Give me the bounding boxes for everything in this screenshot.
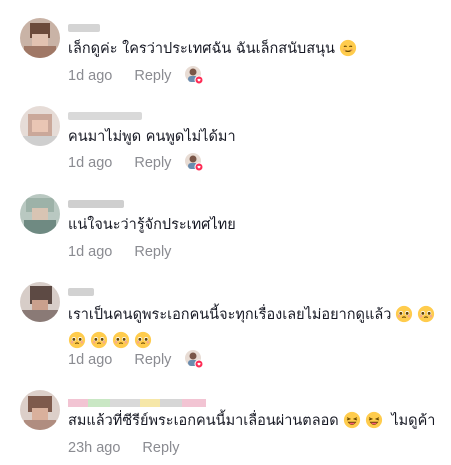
pleading-face-emoji-icon: [90, 331, 108, 349]
comment-text: แน่ใจนะว่ารู้จักประเทศไทย: [68, 214, 446, 236]
creator-liked-icon: [185, 66, 204, 85]
comment-text-content: คนมาไม่พูด คนพูดไม่ได้มา: [68, 129, 236, 145]
comment-item: แน่ใจนะว่ารู้จักประเทศไทย 1d ago Reply: [0, 186, 451, 266]
username-blurred[interactable]: [68, 112, 142, 120]
comment-meta: 1d ago Reply: [68, 67, 171, 85]
comment-text-content: เราเป็นคนดูพระเอกคนนี้จะทุกเรื่องเลยไม่อ…: [68, 307, 392, 323]
comment-item: เล็กดูค่ะ ใครว่าประเทศฉัน ฉันเล็กสนับสนุ…: [0, 10, 451, 90]
username-blurred[interactable]: [68, 24, 100, 32]
avatar[interactable]: [20, 194, 60, 234]
avatar[interactable]: [20, 390, 60, 430]
reply-button[interactable]: Reply: [134, 68, 171, 84]
pleading-face-emoji-icon: [418, 305, 435, 323]
comment-meta: 1d ago Reply: [68, 351, 171, 369]
username-blurred[interactable]: [68, 288, 94, 296]
comment-text: สมแล้วที่ซีรีย์พระเอกคนนี้มาเลื่อนผ่านตล…: [68, 410, 446, 432]
comment-text: เราเป็นคนดูพระเอกคนนี้จะทุกเรื่องเลยไม่อ…: [68, 302, 446, 354]
comment-timestamp: 1d ago: [68, 244, 113, 260]
laughing-emoji-icon: [365, 411, 382, 429]
comment-text-content: สมแล้วที่ซีรีย์พระเอกคนนี้มาเลื่อนผ่านตล…: [68, 413, 339, 429]
creator-liked-icon: [185, 350, 204, 369]
avatar[interactable]: [20, 282, 60, 322]
reply-button[interactable]: Reply: [142, 440, 179, 456]
comment-item: เราเป็นคนดูพระเอกคนนี้จะทุกเรื่องเลยไม่อ…: [0, 274, 451, 374]
smirk-emoji-icon: [339, 39, 357, 57]
reply-button[interactable]: Reply: [134, 155, 171, 171]
comment-meta: 23h ago Reply: [68, 439, 180, 457]
comment-timestamp: 1d ago: [68, 68, 113, 84]
comment-timestamp: 1d ago: [68, 155, 113, 171]
comment-text: เล็กดูค่ะ ใครว่าประเทศฉัน ฉันเล็กสนับสนุ…: [68, 38, 446, 60]
comment-meta: 1d ago Reply: [68, 154, 171, 172]
pleading-face-emoji-icon: [396, 305, 413, 323]
username-blurred[interactable]: [68, 394, 206, 407]
comment-text: คนมาไม่พูด คนพูดไม่ได้มา: [68, 126, 446, 148]
comment-item: สมแล้วที่ซีรีย์พระเอกคนนี้มาเลื่อนผ่านตล…: [0, 382, 451, 465]
pleading-face-emoji-icon: [68, 331, 86, 349]
comment-meta: 1d ago Reply: [68, 243, 171, 261]
reply-button[interactable]: Reply: [134, 352, 171, 368]
comment-text-suffix: ไมดูค้า: [391, 413, 436, 429]
comment-text-content: เล็กดูค่ะ ใครว่าประเทศฉัน ฉันเล็กสนับสนุ…: [68, 41, 335, 57]
username-blurred[interactable]: [68, 200, 124, 208]
comment-timestamp: 23h ago: [68, 440, 121, 456]
comment-item: คนมาไม่พูด คนพูดไม่ได้มา 1d ago Reply: [0, 98, 451, 180]
avatar[interactable]: [20, 106, 60, 146]
comment-timestamp: 1d ago: [68, 352, 113, 368]
comment-list: เล็กดูค่ะ ใครว่าประเทศฉัน ฉันเล็กสนับสนุ…: [0, 0, 451, 465]
pleading-face-emoji-icon: [134, 331, 152, 349]
comment-text-content: แน่ใจนะว่ารู้จักประเทศไทย: [68, 217, 236, 233]
creator-liked-icon: [185, 153, 204, 172]
reply-button[interactable]: Reply: [134, 244, 171, 260]
pleading-face-emoji-icon: [112, 331, 130, 349]
avatar[interactable]: [20, 18, 60, 58]
laughing-emoji-icon: [343, 411, 360, 429]
